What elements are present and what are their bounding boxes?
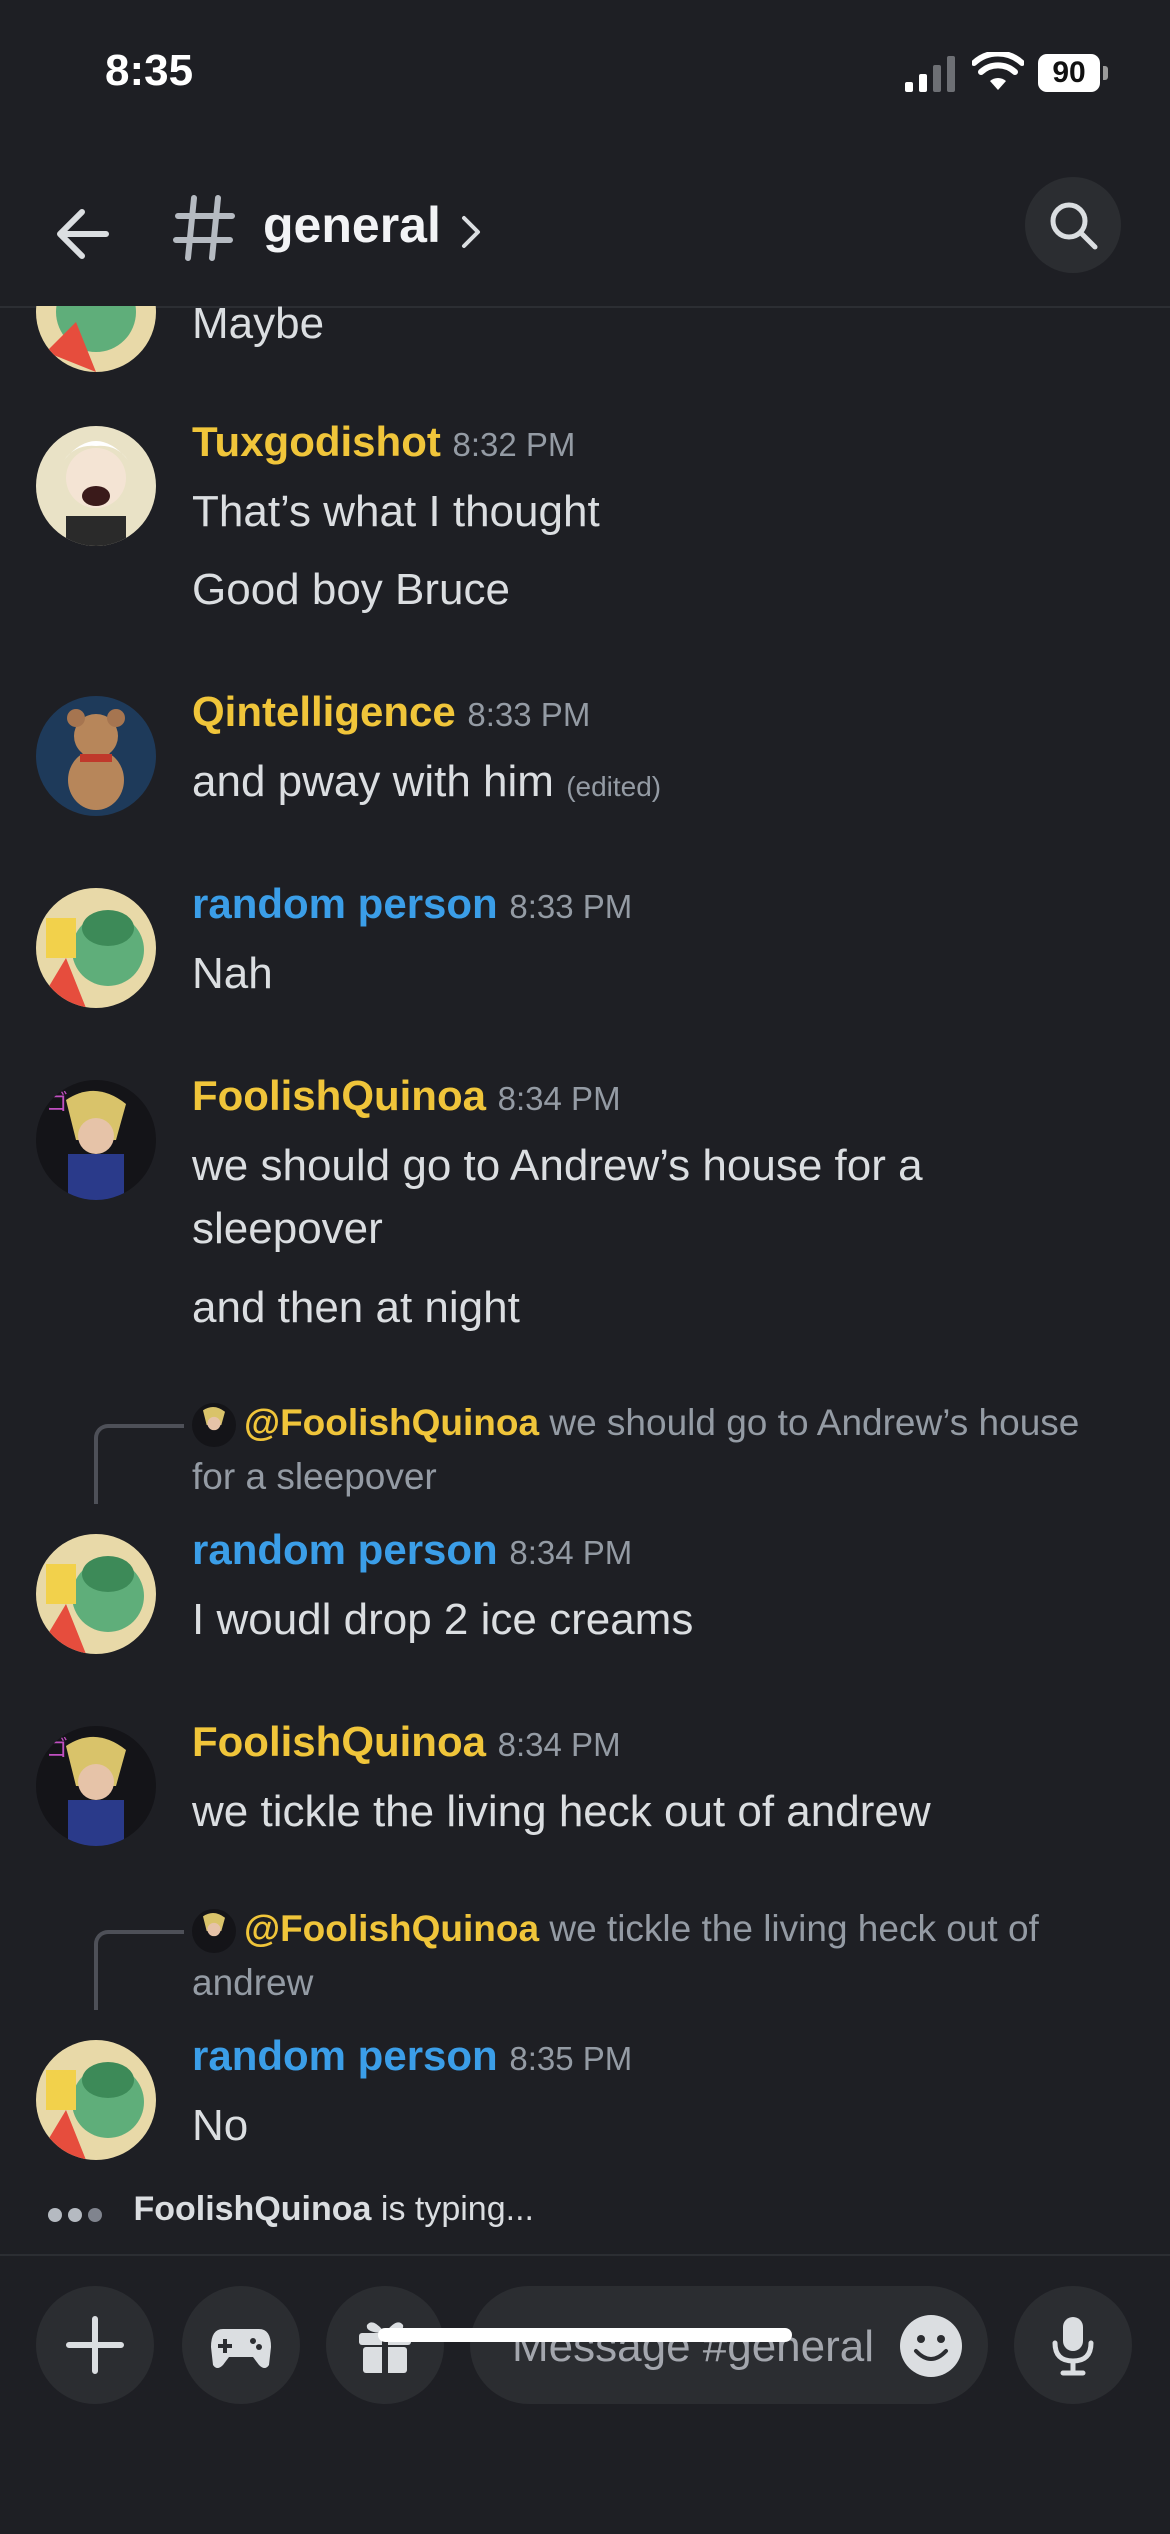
avatar-bulbasaur[interactable] (36, 306, 156, 372)
reply-connector (94, 1424, 184, 1504)
signal-icon (905, 56, 955, 92)
avatar-random-person[interactable] (36, 888, 156, 1008)
message-author[interactable]: Qintelligence 8:33 PM (192, 688, 590, 736)
message-author[interactable]: random person 8:34 PM (192, 1526, 632, 1574)
gamepad-icon (211, 2329, 271, 2368)
chevron-right-icon[interactable] (458, 208, 486, 256)
message-timestamp: 8:34 PM (497, 1726, 621, 1763)
gift-button[interactable] (326, 2286, 444, 2404)
message-text: and pway with him (edited) (192, 750, 1092, 818)
hash-icon (173, 195, 235, 261)
message-text: No (192, 2101, 249, 2150)
username[interactable]: random person (192, 1526, 498, 1573)
add-attachment-button[interactable] (36, 2286, 154, 2404)
username[interactable]: random person (192, 2032, 498, 2079)
svg-text:ゴ: ゴ (46, 1091, 68, 1116)
battery-icon: 90 (1038, 54, 1110, 94)
typing-text: is typing... (380, 2190, 534, 2228)
battery-level: 90 (1038, 54, 1100, 92)
emoji-icon[interactable] (898, 2313, 964, 2379)
plus-icon (66, 2316, 124, 2374)
message-timestamp: 8:35 PM (509, 2040, 633, 2077)
message-text: and then at night (192, 1283, 520, 1332)
message-text: Nah (192, 949, 273, 998)
message-input[interactable]: Message #general (470, 2286, 988, 2404)
microphone-icon (1052, 2317, 1094, 2376)
message-text: Good boy Bruce (192, 565, 510, 614)
reply-preview[interactable]: @FoolishQuinoa we tickle the living heck… (192, 1902, 1112, 2010)
message-timestamp: 8:32 PM (452, 426, 576, 463)
username[interactable]: Qintelligence (192, 688, 456, 735)
status-bar: 8:35 90 (0, 0, 1170, 150)
avatar-qintelligence[interactable] (36, 696, 156, 816)
search-icon (1050, 202, 1098, 250)
message-timestamp: 8:34 PM (509, 1534, 633, 1571)
message-author[interactable]: Tuxgodishot 8:32 PM (192, 418, 575, 466)
message-author[interactable]: FoolishQuinoa 8:34 PM (192, 1072, 621, 1120)
message-text: we tickle the living heck out of andrew (192, 1787, 931, 1836)
reply-mention[interactable]: @FoolishQuinoa (244, 1908, 539, 1949)
composer-bar: Message #general (0, 2254, 1170, 2534)
message-text: I woudl drop 2 ice creams (192, 1595, 694, 1644)
username[interactable]: FoolishQuinoa (192, 1718, 486, 1765)
message-text: That’s what I thought (192, 487, 600, 536)
typing-dots-icon (48, 2192, 108, 2231)
avatar-tuxgodishot[interactable] (36, 426, 156, 546)
username[interactable]: random person (192, 880, 498, 927)
reply-preview[interactable]: @FoolishQuinoa we should go to Andrew’s … (192, 1396, 1112, 1504)
back-arrow-icon[interactable] (48, 198, 120, 270)
username[interactable]: FoolishQuinoa (192, 1072, 486, 1119)
wifi-icon (972, 52, 1024, 90)
typing-user: FoolishQuinoa (133, 2190, 372, 2228)
avatar-foolishquinoa[interactable]: ゴ (36, 1080, 156, 1200)
username[interactable]: Tuxgodishot (192, 418, 441, 465)
home-indicator[interactable] (378, 2328, 792, 2342)
activities-button[interactable] (182, 2286, 300, 2404)
message-text: we should go to Andrew’s house for a sle… (192, 1141, 923, 1253)
avatar-foolishquinoa[interactable]: ゴ (36, 1726, 156, 1846)
message-text: Maybe (192, 306, 325, 348)
message-author[interactable]: random person 8:33 PM (192, 880, 632, 928)
message-body: and pway with him (192, 757, 554, 806)
search-button[interactable] (1025, 177, 1121, 273)
message-timestamp: 8:33 PM (467, 696, 591, 733)
voice-message-button[interactable] (1014, 2286, 1132, 2404)
typing-indicator: FoolishQuinoa is typing... (48, 2190, 534, 2246)
message-author[interactable]: random person 8:35 PM (192, 2032, 632, 2080)
message-list[interactable]: Maybe Tuxgodishot 8:32 PM That’s what I … (0, 306, 1170, 2254)
message-author[interactable]: FoolishQuinoa 8:34 PM (192, 1718, 621, 1766)
reply-mention[interactable]: @FoolishQuinoa (244, 1402, 539, 1443)
reply-avatar (192, 1909, 236, 1954)
channel-header: general (0, 150, 1170, 308)
svg-text:ゴ: ゴ (46, 1737, 68, 1762)
message-timestamp: 8:33 PM (509, 888, 633, 925)
gift-icon (359, 2322, 411, 2373)
channel-title[interactable]: general (263, 196, 441, 254)
reply-connector (94, 1930, 184, 2010)
avatar-random-person[interactable] (36, 1534, 156, 1654)
status-time: 8:35 (105, 46, 194, 95)
reply-avatar (192, 1403, 236, 1448)
avatar-random-person[interactable] (36, 2040, 156, 2160)
message-timestamp: 8:34 PM (497, 1080, 621, 1117)
edited-label: (edited) (566, 771, 662, 802)
